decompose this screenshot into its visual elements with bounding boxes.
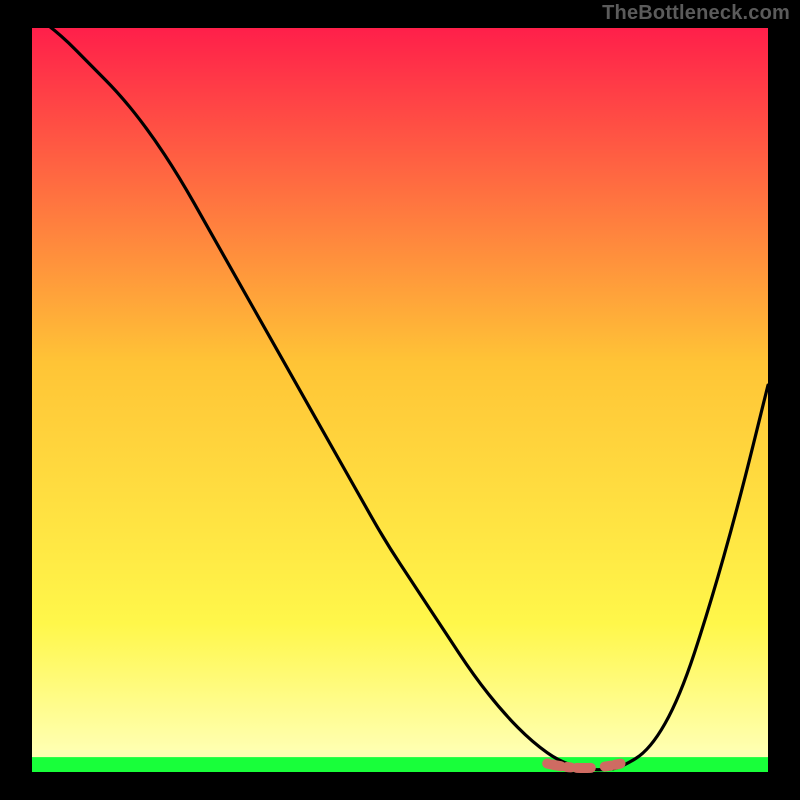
optimal-range-marker: [547, 764, 621, 769]
chart-stage: TheBottleneck.com: [0, 0, 800, 800]
chart-canvas: [0, 0, 800, 800]
watermark-text: TheBottleneck.com: [602, 2, 790, 25]
green-band: [32, 757, 768, 772]
gradient-background: [32, 28, 768, 772]
